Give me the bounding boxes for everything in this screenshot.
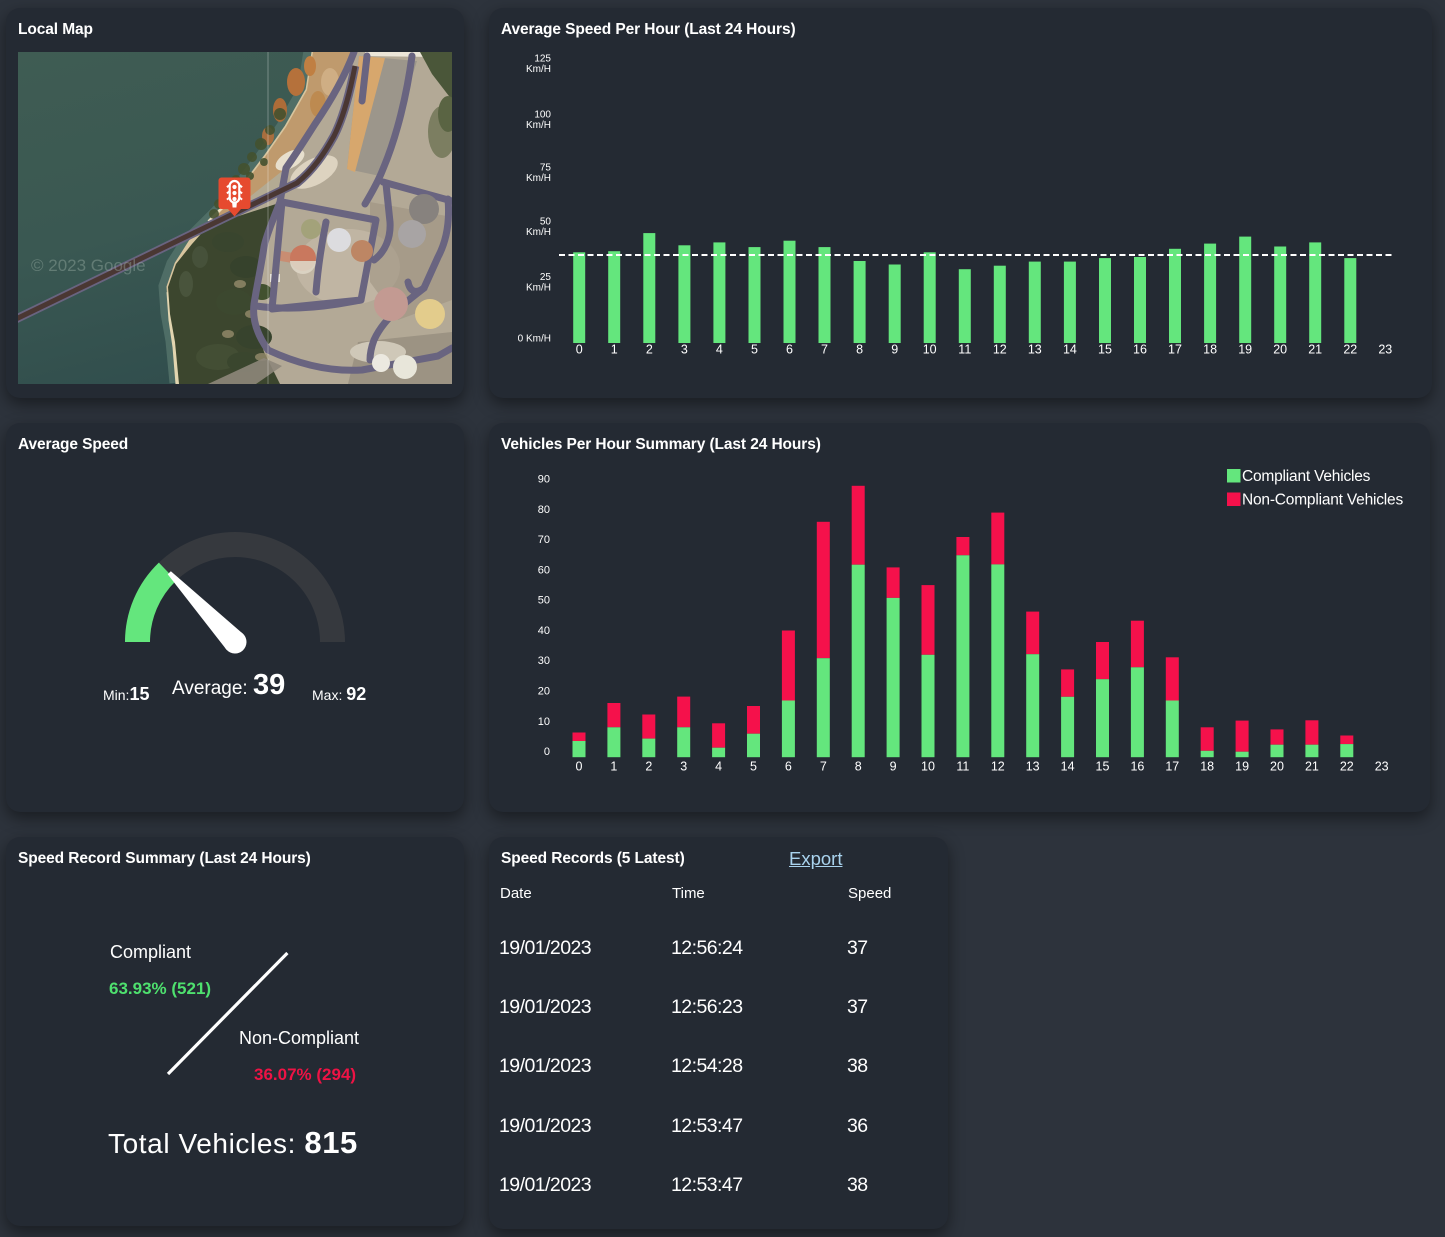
svg-text:10: 10 <box>923 343 937 357</box>
svg-text:Compliant Vehicles: Compliant Vehicles <box>1242 468 1371 485</box>
svg-text:10: 10 <box>921 760 935 774</box>
svg-text:16: 16 <box>1133 343 1147 357</box>
svg-text:9: 9 <box>890 760 897 774</box>
svg-text:Km/H: Km/H <box>526 64 551 75</box>
svg-text:4: 4 <box>716 343 723 357</box>
svg-text:23: 23 <box>1375 760 1389 774</box>
svg-text:11: 11 <box>958 343 971 357</box>
svg-text:13: 13 <box>1026 760 1040 774</box>
svg-text:50: 50 <box>538 595 550 607</box>
svg-text:© 2023 Google: © 2023 Google <box>31 256 146 275</box>
svg-text:Km/H: Km/H <box>526 227 551 238</box>
svg-text:10: 10 <box>538 716 550 728</box>
svg-text:14: 14 <box>1061 760 1075 774</box>
svg-text:100: 100 <box>534 109 551 120</box>
svg-text:1: 1 <box>610 760 617 774</box>
svg-text:11: 11 <box>956 760 969 774</box>
svg-text:40: 40 <box>538 625 550 637</box>
svg-text:8: 8 <box>855 760 862 774</box>
svg-text:2: 2 <box>646 343 653 357</box>
svg-text:0: 0 <box>576 343 583 357</box>
svg-text:4: 4 <box>715 760 722 774</box>
svg-text:19: 19 <box>1235 760 1249 774</box>
svg-text:0: 0 <box>576 760 583 774</box>
svg-text:3: 3 <box>681 343 688 357</box>
svg-text:Km/H: Km/H <box>526 282 551 293</box>
svg-text:6: 6 <box>786 343 793 357</box>
svg-text:23: 23 <box>1378 343 1392 357</box>
svg-text:17: 17 <box>1165 760 1179 774</box>
svg-text:22: 22 <box>1343 343 1357 357</box>
svg-text:3: 3 <box>680 760 687 774</box>
svg-text:14: 14 <box>1063 343 1077 357</box>
svg-text:8: 8 <box>856 343 863 357</box>
svg-text:13: 13 <box>1028 343 1042 357</box>
svg-text:15: 15 <box>1098 343 1112 357</box>
svg-text:19: 19 <box>1238 343 1252 357</box>
svg-text:0: 0 <box>544 746 550 758</box>
svg-text:Km/H: Km/H <box>526 120 551 131</box>
svg-text:70: 70 <box>538 534 550 546</box>
svg-text:80: 80 <box>538 504 550 516</box>
svg-text:22: 22 <box>1340 760 1354 774</box>
svg-text:17: 17 <box>1168 343 1182 357</box>
svg-text:25: 25 <box>540 272 552 283</box>
svg-text:20: 20 <box>1273 343 1287 357</box>
svg-text:125: 125 <box>534 54 551 65</box>
svg-text:1: 1 <box>611 343 618 357</box>
svg-text:5: 5 <box>751 343 758 357</box>
svg-text:15: 15 <box>1096 760 1110 774</box>
svg-text:20: 20 <box>538 686 550 698</box>
svg-text:18: 18 <box>1203 343 1217 357</box>
svg-text:30: 30 <box>538 655 550 667</box>
svg-text:5: 5 <box>750 760 757 774</box>
svg-text:21: 21 <box>1308 343 1322 357</box>
svg-text:7: 7 <box>820 760 827 774</box>
svg-text:16: 16 <box>1130 760 1144 774</box>
svg-text:21: 21 <box>1305 760 1319 774</box>
svg-text:9: 9 <box>891 343 898 357</box>
svg-text:2: 2 <box>645 760 652 774</box>
svg-text:6: 6 <box>785 760 792 774</box>
svg-text:12: 12 <box>991 760 1005 774</box>
svg-text:Km/H: Km/H <box>526 173 551 184</box>
svg-text:60: 60 <box>538 564 550 576</box>
svg-text:75: 75 <box>540 162 552 173</box>
svg-text:90: 90 <box>538 474 550 486</box>
svg-text:18: 18 <box>1200 760 1214 774</box>
svg-text:20: 20 <box>1270 760 1284 774</box>
svg-text:12: 12 <box>993 343 1007 357</box>
svg-text:7: 7 <box>821 343 828 357</box>
svg-text:Non-Compliant Vehicles: Non-Compliant Vehicles <box>1242 492 1403 509</box>
svg-text:0 Km/H: 0 Km/H <box>518 333 551 344</box>
svg-text:50: 50 <box>540 216 552 227</box>
